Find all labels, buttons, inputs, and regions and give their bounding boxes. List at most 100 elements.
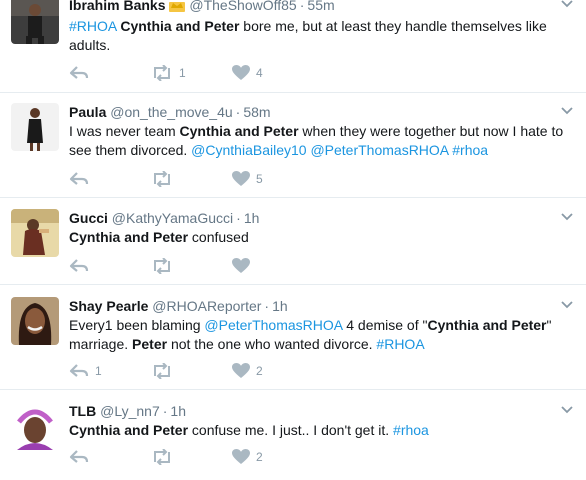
chevron-down-icon[interactable] xyxy=(560,0,574,8)
tweet-text: Cynthia and Peter confused xyxy=(69,228,566,247)
tweet-card[interactable]: Shay Pearle @RHOAReporter · 1h Every1 been… xyxy=(0,285,586,390)
tweet-text-segment: confused xyxy=(188,229,249,245)
retweet-icon xyxy=(154,363,170,379)
tweet-text-segment: I was never team xyxy=(69,123,180,139)
avatar[interactable] xyxy=(11,297,59,345)
timestamp[interactable]: 58m xyxy=(243,104,270,120)
like-button[interactable] xyxy=(232,257,256,275)
tweet-actions xyxy=(69,257,309,275)
reply-button[interactable] xyxy=(69,257,89,275)
author-handle[interactable]: @RHOAReporter xyxy=(152,298,261,314)
tweet-link[interactable]: #rhoa xyxy=(452,142,488,158)
heart-icon xyxy=(232,258,250,273)
tweet-link[interactable]: @PeterThomasRHOA xyxy=(204,317,342,333)
retweet-button[interactable]: 1 xyxy=(151,64,186,82)
reply-icon xyxy=(69,259,89,272)
avatar[interactable] xyxy=(11,103,59,151)
retweet-button[interactable] xyxy=(151,170,179,188)
tweet-actions: 1 4 xyxy=(69,64,309,82)
retweet-button[interactable] xyxy=(151,448,179,466)
heart-icon xyxy=(232,449,250,464)
like-button[interactable]: 4 xyxy=(232,64,263,82)
crown-emoji-icon xyxy=(169,0,186,16)
author-handle[interactable]: @KathyYamaGucci xyxy=(112,210,233,226)
retweet-button[interactable] xyxy=(151,362,179,380)
tweet-header: Gucci @KathyYamaGucci · 1h xyxy=(69,209,566,227)
tweet-link[interactable]: #RHOA xyxy=(376,336,424,352)
author-name[interactable]: Shay Pearle xyxy=(69,298,148,314)
tweet-link[interactable]: @PeterThomasRHOA xyxy=(310,142,448,158)
like-button[interactable]: 5 xyxy=(232,170,263,188)
separator-dot: · xyxy=(236,210,241,226)
tweet-text-segment: Every1 been blaming xyxy=(69,317,205,333)
like-count: 2 xyxy=(256,450,263,464)
chevron-down-icon[interactable] xyxy=(560,299,574,309)
avatar[interactable] xyxy=(11,402,59,450)
reply-button[interactable] xyxy=(69,64,89,82)
tweet-card[interactable]: Ibrahim Banks @TheShowOff85 · 55m #RHOA Cy… xyxy=(0,0,586,93)
like-count: 2 xyxy=(256,364,263,378)
tweet-text-segment: not the one who wanted divorce. xyxy=(167,336,377,352)
tweet-actions: 1 2 xyxy=(69,362,309,380)
retweet-button[interactable] xyxy=(151,257,179,275)
like-button[interactable]: 2 xyxy=(232,362,263,380)
separator-dot: · xyxy=(264,298,270,314)
retweet-icon xyxy=(154,449,170,465)
author-handle[interactable]: @Ly_nn7 xyxy=(100,403,160,419)
tweet-text: Every1 been blaming @PeterThomasRHOA 4 d… xyxy=(69,316,566,354)
tweet-header: TLB @Ly_nn7 · 1h xyxy=(69,402,566,420)
retweet-count: 1 xyxy=(179,66,186,80)
retweet-icon xyxy=(154,65,170,81)
author-handle[interactable]: @on_the_move_4u xyxy=(110,104,232,120)
author-handle[interactable]: @TheShowOff85 xyxy=(189,0,296,13)
avatar[interactable] xyxy=(11,209,59,257)
timestamp[interactable]: 1h xyxy=(272,298,288,314)
tweet-card[interactable]: Paula @on_the_move_4u · 58m I was never te… xyxy=(0,93,586,198)
retweet-icon xyxy=(154,258,170,274)
tweet-text: #RHOA Cynthia and Peter bore me, but at … xyxy=(69,17,566,55)
timestamp[interactable]: 55m xyxy=(307,0,334,13)
tweet-header: Ibrahim Banks @TheShowOff85 · 55m xyxy=(69,0,566,16)
author-name[interactable]: Gucci xyxy=(69,210,108,226)
reply-button[interactable]: 1 xyxy=(69,362,102,380)
separator-dot: · xyxy=(235,104,241,120)
tweet-actions: 2 xyxy=(69,448,309,466)
chevron-down-icon[interactable] xyxy=(560,105,574,115)
reply-icon xyxy=(69,66,89,79)
heart-icon xyxy=(232,171,250,186)
author-name[interactable]: TLB xyxy=(69,403,96,419)
retweet-icon xyxy=(154,171,170,187)
tweet-text: I was never team Cynthia and Peter when … xyxy=(69,122,566,160)
tweet-link[interactable]: #RHOA xyxy=(69,18,116,34)
tweet-card[interactable]: Gucci @KathyYamaGucci · 1h Cynthia and Pet… xyxy=(0,198,586,285)
chevron-down-icon[interactable] xyxy=(560,211,574,221)
heart-icon xyxy=(232,363,250,378)
avatar[interactable] xyxy=(11,0,59,44)
author-name[interactable]: Paula xyxy=(69,104,106,120)
tweet-text-segment: 4 demise of " xyxy=(342,317,428,333)
tweet-header: Shay Pearle @RHOAReporter · 1h xyxy=(69,297,566,315)
author-name[interactable]: Ibrahim Banks xyxy=(69,0,165,13)
reply-button[interactable] xyxy=(69,170,89,188)
reply-icon xyxy=(69,450,89,463)
separator-dot: · xyxy=(162,403,168,419)
timestamp[interactable]: 1h xyxy=(170,403,186,419)
chevron-down-icon[interactable] xyxy=(560,404,574,414)
tweet-link[interactable]: #rhoa xyxy=(393,422,429,438)
tweet-link[interactable]: @CynthiaBailey10 xyxy=(191,142,306,158)
like-count: 4 xyxy=(256,66,263,80)
reply-icon xyxy=(69,172,89,185)
tweet-card[interactable]: TLB @Ly_nn7 · 1h Cynthia and Peter confuse… xyxy=(0,390,586,480)
tweet-actions: 5 xyxy=(69,170,309,188)
reply-icon xyxy=(69,364,89,377)
tweet-text-segment: confuse me. I just.. I don't get it. xyxy=(188,422,394,438)
highlighted-term: Cynthia and Peter xyxy=(69,422,189,438)
reply-button[interactable] xyxy=(69,448,89,466)
highlighted-term: Cynthia and Peter xyxy=(427,317,547,333)
like-count: 5 xyxy=(256,172,263,186)
timestamp[interactable]: 1h xyxy=(244,210,260,226)
tweet-header: Paula @on_the_move_4u · 58m xyxy=(69,103,566,121)
highlighted-term: Cynthia and Peter xyxy=(179,123,299,139)
reply-count: 1 xyxy=(95,364,102,378)
like-button[interactable]: 2 xyxy=(232,448,263,466)
